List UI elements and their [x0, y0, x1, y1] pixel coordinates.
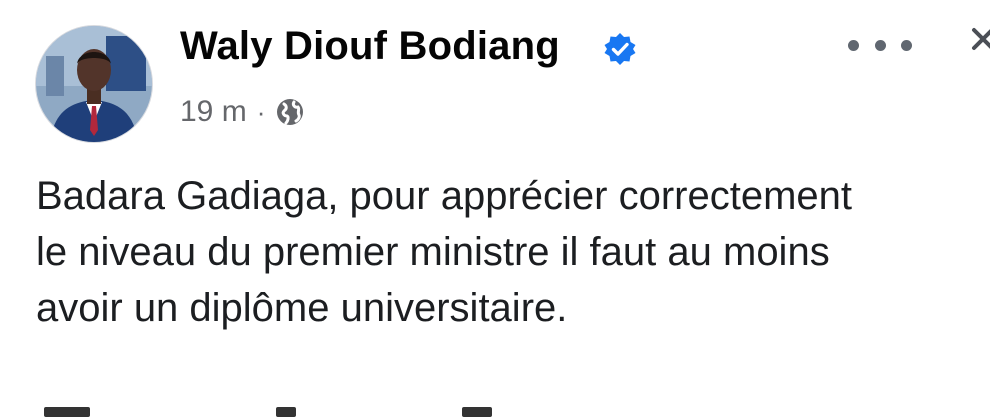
post-text-line: le niveau du premier ministre il faut au…	[36, 230, 830, 274]
verified-badge-icon	[604, 33, 636, 65]
cropped-glyph	[462, 407, 492, 417]
globe-icon[interactable]	[275, 97, 305, 127]
facebook-post: Waly Diouf Bodiang 19 m · Badara Gadiaga…	[0, 0, 990, 417]
post-text-line: avoir un diplôme universitaire.	[36, 286, 568, 330]
post-body: Badara Gadiaga, pour apprécier correctem…	[36, 168, 986, 336]
cropped-glyph	[276, 407, 296, 417]
author-name[interactable]: Waly Diouf Bodiang	[180, 24, 560, 69]
more-dot	[848, 39, 859, 51]
post-text-line: Badara Gadiaga, pour apprécier correctem…	[36, 174, 853, 218]
post-meta: 19 m ·	[180, 92, 305, 132]
author-avatar[interactable]	[36, 26, 152, 142]
cropped-content-edge	[36, 405, 896, 417]
more-dot	[901, 39, 912, 51]
meta-separator: ·	[256, 96, 266, 127]
close-icon[interactable]	[970, 22, 990, 62]
post-timestamp[interactable]: 19 m	[180, 95, 247, 129]
more-options-icon[interactable]	[848, 32, 912, 58]
more-dot	[874, 39, 886, 51]
cropped-glyph	[44, 407, 90, 417]
avatar-photo	[36, 26, 152, 142]
